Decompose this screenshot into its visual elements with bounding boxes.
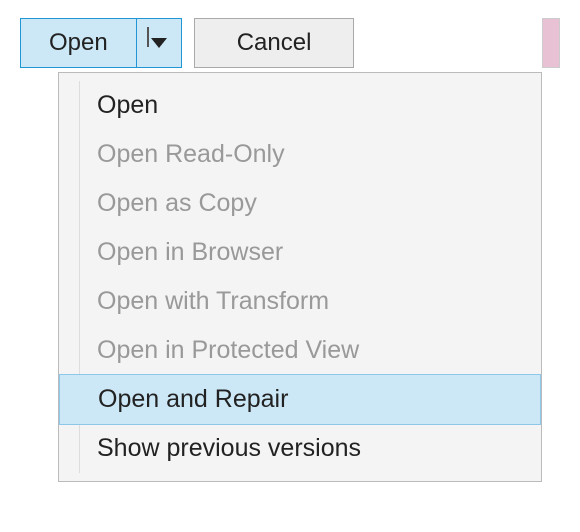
open-split-button[interactable]: Open (20, 18, 182, 68)
menu-item-show-previous-versions[interactable]: Show previous versions (59, 424, 541, 473)
menu-item-open-read-only: Open Read-Only (59, 130, 541, 179)
menu-item-label: Open (97, 91, 158, 119)
cancel-button[interactable]: Cancel (194, 18, 355, 68)
menu-item-open-with-transform: Open with Transform (59, 277, 541, 326)
menu-item-label: Open in Protected View (97, 336, 359, 364)
menu-item-label: Open as Copy (97, 189, 257, 217)
open-dropdown-menu: Open Open Read-Only Open as Copy Open in Br… (58, 72, 542, 482)
cancel-button-label: Cancel (237, 29, 312, 57)
open-dropdown-arrow[interactable] (137, 19, 181, 67)
menu-item-label: Open in Browser (97, 238, 283, 266)
menu-item-open-as-copy: Open as Copy (59, 179, 541, 228)
menu-item-open-in-protected-view: Open in Protected View (59, 326, 541, 375)
open-button-label: Open (49, 29, 108, 57)
menu-item-label: Show previous versions (97, 434, 361, 462)
menu-item-open-and-repair[interactable]: Open and Repair (59, 374, 541, 425)
menu-item-open-in-browser: Open in Browser (59, 228, 541, 277)
open-button[interactable]: Open (21, 19, 137, 67)
menu-item-open[interactable]: Open (59, 81, 541, 130)
menu-item-label: Open and Repair (98, 385, 288, 413)
menu-item-label: Open with Transform (97, 287, 329, 315)
dialog-button-row: Open Cancel (20, 18, 560, 68)
menu-item-label: Open Read-Only (97, 140, 285, 168)
vertical-divider (542, 18, 560, 68)
chevron-down-icon (151, 38, 167, 48)
